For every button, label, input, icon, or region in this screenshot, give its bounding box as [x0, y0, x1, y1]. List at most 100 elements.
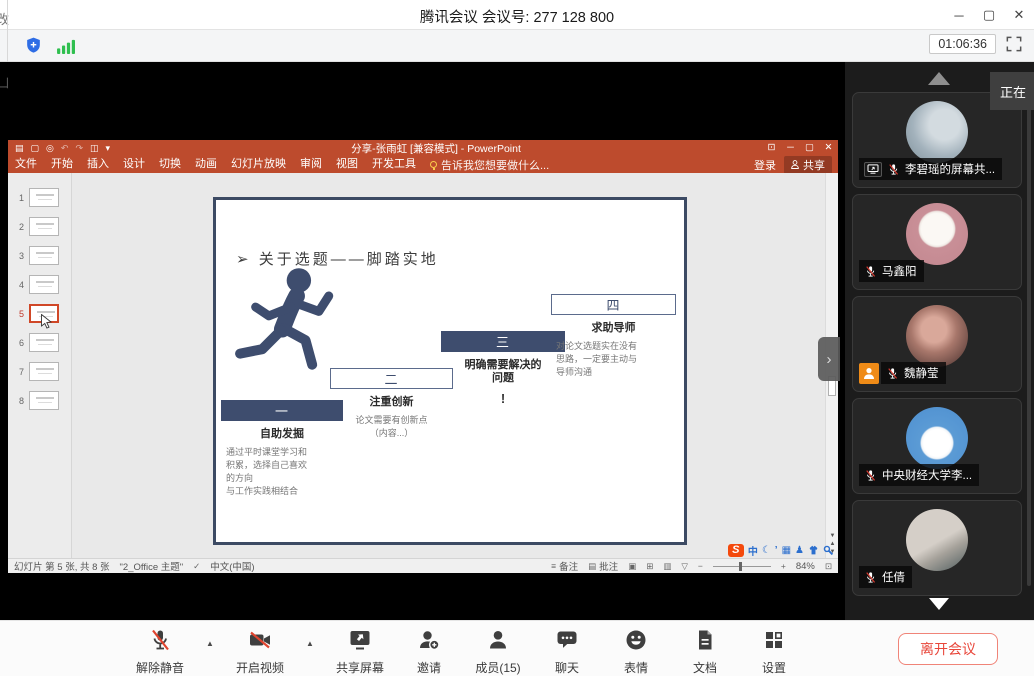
tab-transitions[interactable]: 切换 [152, 156, 188, 173]
ime-person-icon[interactable]: ♟ [795, 545, 804, 556]
start-video-button[interactable]: 开启视频 [234, 628, 286, 676]
docs-button[interactable]: 文档 [679, 628, 731, 676]
slide-thumb-7[interactable]: 7 [8, 357, 71, 386]
view-normal-icon[interactable]: ▣ [628, 561, 636, 572]
share-screen-button[interactable]: 共享屏幕 [334, 628, 386, 676]
tab-review[interactable]: 审阅 [293, 156, 329, 173]
ppt-minimize-button[interactable]: ─ [781, 140, 800, 156]
chat-button[interactable]: 聊天 [541, 628, 593, 676]
ribbon-options-icon[interactable]: ⊡ [762, 140, 781, 156]
ime-skin-icon[interactable] [808, 545, 819, 556]
scroll-up-arrow-icon[interactable] [928, 72, 950, 85]
zoom-in-icon[interactable]: + [781, 561, 786, 571]
ppt-ribbon-tabs: 文件 开始 插入 设计 切换 动画 幻灯片放映 审阅 视图 开发工具 告诉我您想… [8, 156, 838, 173]
sidebar-collapse-tab[interactable]: › [818, 337, 840, 381]
view-sorter-icon[interactable]: ⊞ [646, 561, 653, 572]
participant-label: 魏静莹 [881, 362, 946, 384]
slide-thumb-5-selected[interactable]: 5 [8, 299, 71, 328]
slide-thumb-8[interactable]: 8 [8, 386, 71, 415]
tab-animations[interactable]: 动画 [188, 156, 224, 173]
slide-thumb-3[interactable]: 3 [8, 241, 71, 270]
tab-file[interactable]: 文件 [8, 156, 44, 173]
ime-chinese-mode[interactable]: 中 [748, 543, 758, 558]
toolbar-right: 01:06:36 [929, 34, 1024, 54]
tab-slideshow[interactable]: 幻灯片放映 [224, 156, 293, 173]
participant-tile[interactable]: 中央财经大学李... [852, 398, 1022, 494]
tab-insert[interactable]: 插入 [80, 156, 116, 173]
network-signal-icon[interactable] [57, 37, 76, 54]
leave-meeting-button[interactable]: 离开会议 [898, 633, 998, 665]
tab-view[interactable]: 视图 [329, 156, 365, 173]
ppt-share-label: 共享 [803, 157, 825, 173]
slide-thumb-2[interactable]: 2 [8, 212, 71, 241]
tab-home[interactable]: 开始 [44, 156, 80, 173]
fit-to-window-icon[interactable]: ⊡ [825, 561, 832, 572]
ime-keyboard-icon[interactable]: ▦ [782, 545, 791, 556]
sidebar-scrollbar[interactable] [1027, 96, 1031, 586]
comments-toggle[interactable]: ▤批注 [588, 559, 618, 573]
ime-toolbox-icon[interactable] [823, 545, 834, 556]
step3-title: 明确需要解决的 问题 [441, 359, 565, 385]
notes-toggle[interactable]: ≡备注 [551, 559, 578, 573]
tellme-label: 告诉我您想要做什么... [441, 157, 549, 173]
mic-options-caret[interactable]: ▲ [203, 628, 217, 648]
slide-thumb-1[interactable]: 1 [8, 183, 71, 212]
undo-icon[interactable]: ↶ [61, 140, 69, 156]
scroll-down-arrow-icon[interactable] [929, 598, 949, 610]
ppt-restore-button[interactable]: ▢ [800, 140, 819, 156]
fullscreen-icon[interactable] [1004, 34, 1024, 54]
slideshow-icon[interactable]: ◫ [90, 140, 99, 156]
participant-label: 中央财经大学李... [859, 464, 979, 486]
slide-thumb-6[interactable]: 6 [8, 328, 71, 357]
language-indicator[interactable]: 中文(中国) [210, 559, 254, 573]
slide-thumb-4[interactable]: 4 [8, 270, 71, 299]
security-shield-icon[interactable] [24, 35, 43, 56]
slide-canvas[interactable]: ➢ 关于选题——脚踏实地 一 二 三 四 自助发 [213, 197, 687, 545]
slide-thumb-image [29, 246, 59, 265]
new-file-icon[interactable]: ▢ [31, 140, 40, 156]
zoom-slider-knob[interactable] [739, 562, 742, 571]
chevron-right-icon: › [827, 351, 832, 368]
zoom-level[interactable]: 84% [796, 561, 815, 572]
unmute-button[interactable]: 解除静音 [134, 628, 186, 676]
slide-number: 4 [8, 280, 24, 290]
view-reading-icon[interactable]: ▥ [663, 561, 671, 572]
close-button[interactable]: ✕ [1004, 0, 1034, 30]
login-button[interactable]: 登录 [754, 157, 776, 173]
tab-design[interactable]: 设计 [116, 156, 152, 173]
save-icon[interactable]: ▤ [15, 140, 24, 156]
participant-tile[interactable]: 魏静莹 [852, 296, 1022, 392]
print-preview-icon[interactable]: ◎ [46, 140, 54, 156]
view-slideshow-icon[interactable]: ▽ [681, 561, 688, 572]
sogou-logo-icon[interactable]: S [728, 544, 744, 557]
zoom-out-icon[interactable]: − [698, 561, 703, 571]
video-options-caret[interactable]: ▲ [303, 628, 317, 648]
participant-name: 任倩 [882, 569, 905, 585]
settings-button[interactable]: 设置 [748, 628, 800, 676]
meeting-window: 改 腾讯会议 会议号: 277 128 800 ─ ▢ ✕ 凵 01:06:3 [0, 0, 1034, 676]
screen-share-icon [864, 162, 882, 177]
participant-label: 李碧瑶的屏幕共... [859, 158, 1002, 180]
ime-moon-icon[interactable]: ☾ [762, 545, 771, 556]
tellme-box[interactable]: 告诉我您想要做什么... [423, 157, 556, 173]
participant-tile[interactable]: 马鑫阳 [852, 194, 1022, 290]
maximize-button[interactable]: ▢ [974, 0, 1004, 30]
participant-name: 李碧瑶的屏幕共... [905, 161, 995, 177]
zoom-slider[interactable] [713, 566, 771, 567]
scroll-down-icon[interactable]: ▼ [826, 532, 839, 540]
chat-label: 聊天 [541, 659, 593, 676]
ppt-close-button[interactable]: ✕ [819, 140, 838, 156]
spellcheck-icon[interactable]: ✓ [193, 561, 200, 572]
avatar [906, 407, 968, 469]
invite-button[interactable]: 邀请 [403, 628, 455, 676]
slide-number: 7 [8, 367, 24, 377]
ppt-share-button[interactable]: 共享 [784, 156, 832, 174]
minimize-button[interactable]: ─ [944, 0, 974, 30]
participant-label: 马鑫阳 [859, 260, 924, 282]
members-button[interactable]: 成员(15) [472, 628, 524, 676]
participant-tile[interactable]: 任倩 [852, 500, 1022, 596]
ime-punctuation-icon[interactable]: ’ [775, 545, 778, 556]
tab-developer[interactable]: 开发工具 [365, 156, 423, 173]
redo-icon[interactable]: ↷ [75, 140, 83, 156]
emoji-button[interactable]: 表情 [610, 628, 662, 676]
